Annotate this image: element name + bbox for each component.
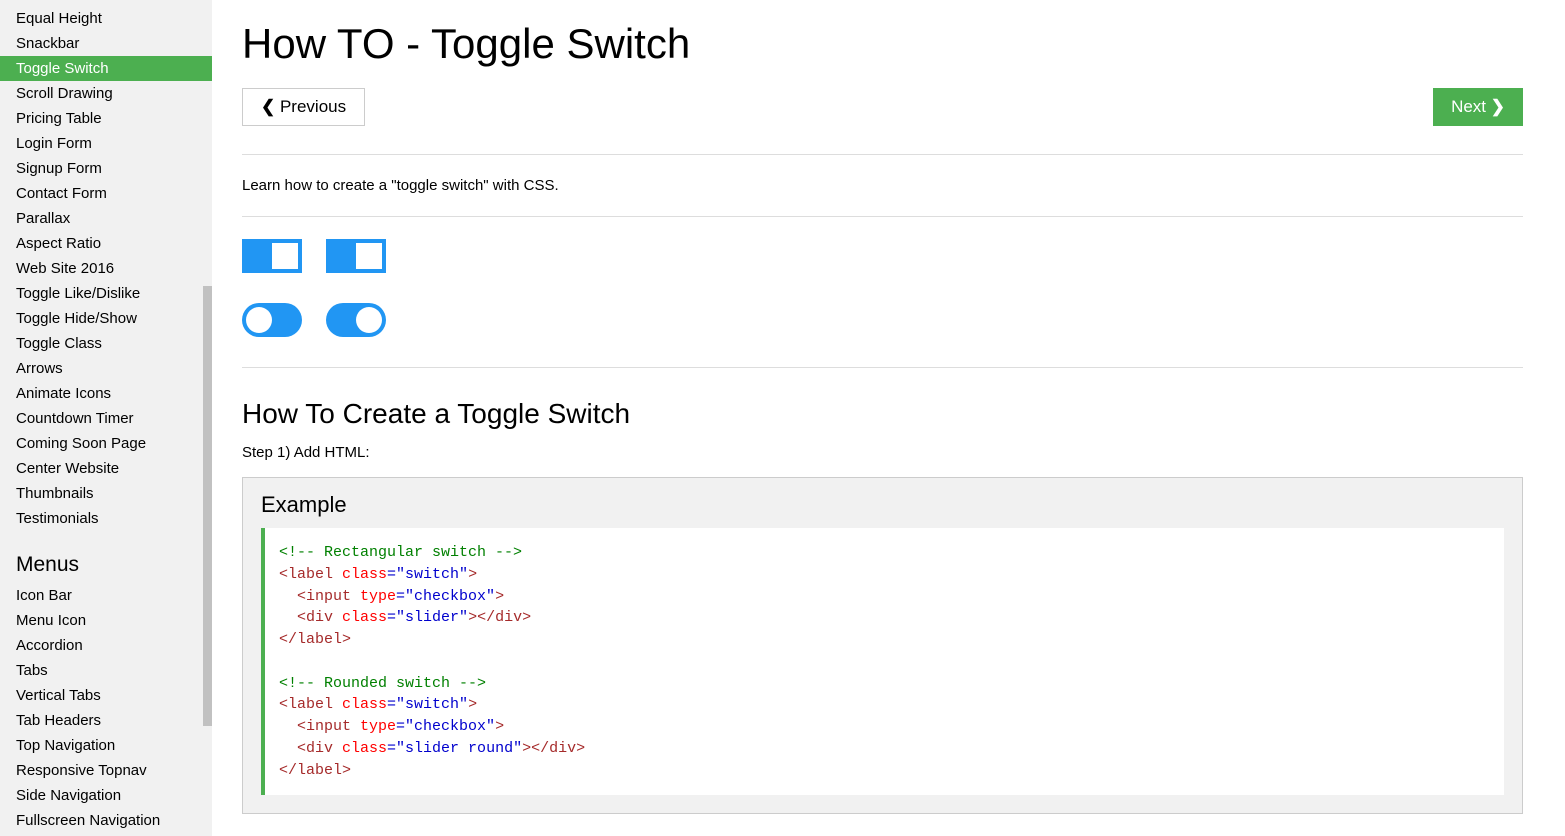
switch-demo-row-2 (242, 303, 1523, 337)
previous-button-label: Previous (280, 97, 346, 117)
chevron-right-icon: ❯ (1486, 97, 1505, 117)
sidebar-item-toggle-class[interactable]: Toggle Class (0, 331, 212, 356)
sidebar-item-icon-bar[interactable]: Icon Bar (0, 583, 212, 608)
switch-demo-row-1 (242, 239, 1523, 273)
chevron-left-icon: ❮ (261, 97, 280, 117)
sidebar-item-aspect-ratio[interactable]: Aspect Ratio (0, 231, 212, 256)
example-title: Example (261, 492, 1504, 518)
switch-track (242, 239, 302, 273)
intro-text: Learn how to create a "toggle switch" wi… (242, 177, 1523, 194)
sidebar-item-testimonials[interactable]: Testimonials (0, 506, 212, 531)
sidebar: Equal HeightSnackbarToggle SwitchScroll … (0, 0, 212, 836)
page-title: How TO - Toggle Switch (242, 20, 1523, 68)
sidebar-item-top-navigation[interactable]: Top Navigation (0, 733, 212, 758)
sidebar-item-tabs[interactable]: Tabs (0, 658, 212, 683)
sidebar-item-vertical-tabs[interactable]: Vertical Tabs (0, 683, 212, 708)
toggle-switch-rect-1[interactable] (242, 239, 302, 273)
divider (242, 367, 1523, 368)
sidebar-item-thumbnails[interactable]: Thumbnails (0, 481, 212, 506)
toggle-switch-round-1[interactable] (242, 303, 302, 337)
sidebar-item-center-website[interactable]: Center Website (0, 456, 212, 481)
sidebar-item-tab-headers[interactable]: Tab Headers (0, 708, 212, 733)
code-block: <!-- Rectangular switch --> <label class… (261, 528, 1504, 795)
example-box: Example <!-- Rectangular switch --> <lab… (242, 477, 1523, 814)
sidebar-item-responsive-topnav[interactable]: Responsive Topnav (0, 758, 212, 783)
switch-knob (272, 243, 298, 269)
sidebar-item-fullscreen-navigation[interactable]: Fullscreen Navigation (0, 808, 212, 833)
sidebar-section-heading: Menus (0, 531, 212, 583)
sidebar-item-side-navigation[interactable]: Side Navigation (0, 783, 212, 808)
sidebar-item-parallax[interactable]: Parallax (0, 206, 212, 231)
sidebar-item-accordion[interactable]: Accordion (0, 633, 212, 658)
switch-track (242, 303, 302, 337)
sidebar-item-toggle-switch[interactable]: Toggle Switch (0, 56, 212, 81)
sidebar-item-animate-icons[interactable]: Animate Icons (0, 381, 212, 406)
pagination: ❮ Previous Next ❯ (242, 88, 1523, 126)
sidebar-item-coming-soon-page[interactable]: Coming Soon Page (0, 431, 212, 456)
divider (242, 154, 1523, 155)
sidebar-item-scroll-drawing[interactable]: Scroll Drawing (0, 81, 212, 106)
sidebar-item-countdown-timer[interactable]: Countdown Timer (0, 406, 212, 431)
switch-knob (356, 243, 382, 269)
sidebar-item-contact-form[interactable]: Contact Form (0, 181, 212, 206)
next-button[interactable]: Next ❯ (1433, 88, 1523, 126)
sidebar-item-menu-icon[interactable]: Menu Icon (0, 608, 212, 633)
switch-track (326, 303, 386, 337)
sidebar-item-signup-form[interactable]: Signup Form (0, 156, 212, 181)
sidebar-item-snackbar[interactable]: Snackbar (0, 31, 212, 56)
next-button-label: Next (1451, 97, 1486, 117)
section-heading: How To Create a Toggle Switch (242, 398, 1523, 430)
switch-knob (246, 307, 272, 333)
main-content: How TO - Toggle Switch ❮ Previous Next ❯… (212, 0, 1565, 836)
sidebar-item-login-form[interactable]: Login Form (0, 131, 212, 156)
divider (242, 216, 1523, 217)
switch-knob (356, 307, 382, 333)
sidebar-item-pricing-table[interactable]: Pricing Table (0, 106, 212, 131)
previous-button[interactable]: ❮ Previous (242, 88, 365, 126)
sidebar-item-web-site-2016[interactable]: Web Site 2016 (0, 256, 212, 281)
sidebar-item-toggle-hide-show[interactable]: Toggle Hide/Show (0, 306, 212, 331)
toggle-switch-rect-2[interactable] (326, 239, 386, 273)
scrollbar-thumb[interactable] (203, 286, 212, 726)
sidebar-list: Equal HeightSnackbarToggle SwitchScroll … (0, 0, 212, 833)
switch-track (326, 239, 386, 273)
sidebar-item-equal-height[interactable]: Equal Height (0, 6, 212, 31)
step-1-label: Step 1) Add HTML: (242, 444, 1523, 461)
toggle-switch-round-2[interactable] (326, 303, 386, 337)
sidebar-item-arrows[interactable]: Arrows (0, 356, 212, 381)
sidebar-item-toggle-like-dislike[interactable]: Toggle Like/Dislike (0, 281, 212, 306)
